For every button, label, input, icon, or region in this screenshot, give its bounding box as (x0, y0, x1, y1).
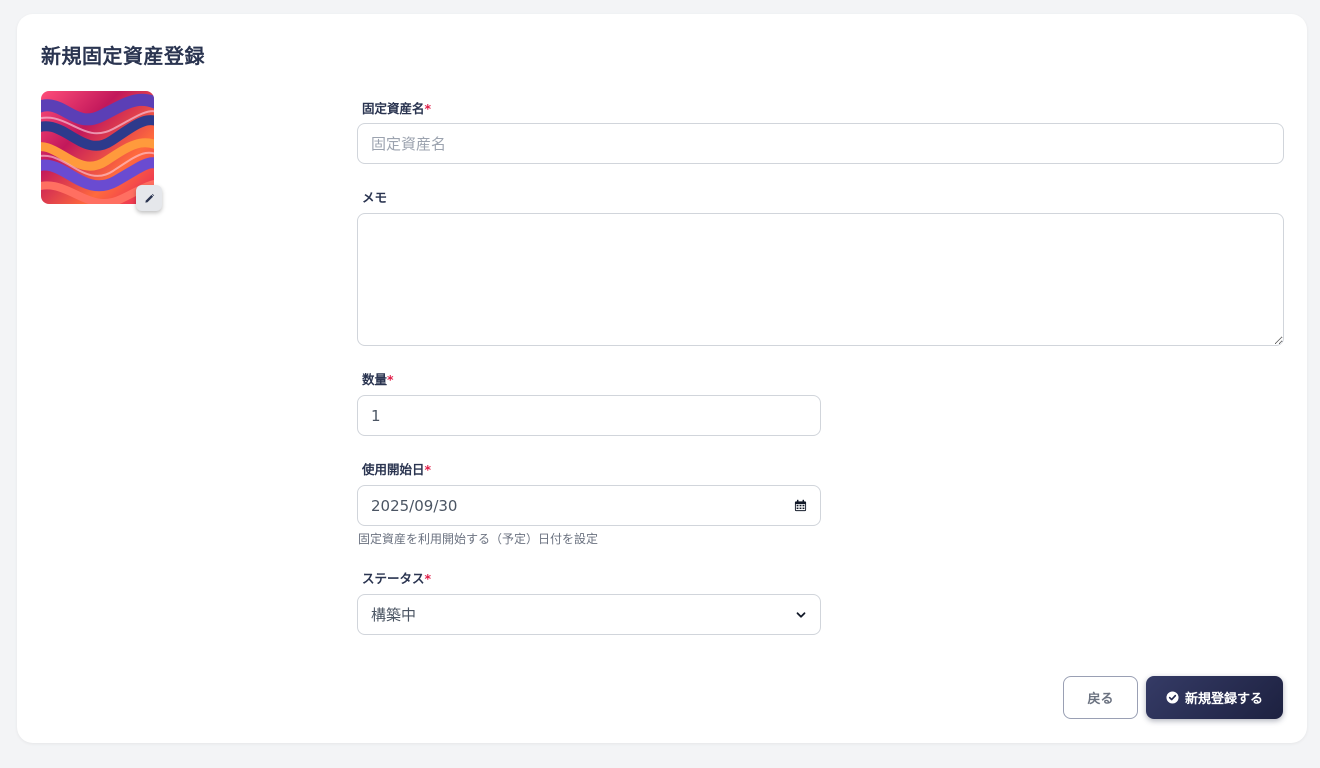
status-label: ステータス* (362, 571, 432, 586)
name-label: 固定資産名* (362, 101, 432, 116)
form-card: 新規固定資産登録 固定資産名* 固定資産名 メモ 数量* 1 使用開始日* 20… (17, 14, 1307, 743)
status-select[interactable]: 構築中 (357, 594, 821, 635)
asset-name-input[interactable] (357, 123, 1284, 164)
start-date-value: 2025/09/30 (371, 496, 458, 515)
submit-button[interactable]: 新規登録する (1146, 676, 1283, 719)
quantity-label: 数量* (362, 372, 394, 387)
memo-label: メモ (362, 190, 388, 205)
calendar-icon[interactable] (794, 499, 807, 512)
pencil-icon (144, 193, 154, 203)
start-date-hint: 固定資産を利用開始する（予定）日付を設定 (358, 532, 599, 546)
asset-image-section (41, 91, 162, 211)
quantity-input[interactable] (357, 395, 821, 436)
start-date-input[interactable]: 2025/09/30 (357, 485, 821, 526)
memo-textarea[interactable] (357, 213, 1284, 346)
check-circle-icon (1166, 691, 1179, 704)
start-date-label: 使用開始日* (362, 462, 432, 477)
submit-label: 新規登録する (1184, 692, 1263, 707)
page-title: 新規固定資産登録 (41, 44, 205, 68)
status-value: 構築中 (371, 606, 417, 624)
back-button[interactable]: 戻る (1063, 676, 1138, 719)
chevron-down-icon (795, 609, 807, 621)
edit-image-button[interactable] (136, 185, 162, 211)
